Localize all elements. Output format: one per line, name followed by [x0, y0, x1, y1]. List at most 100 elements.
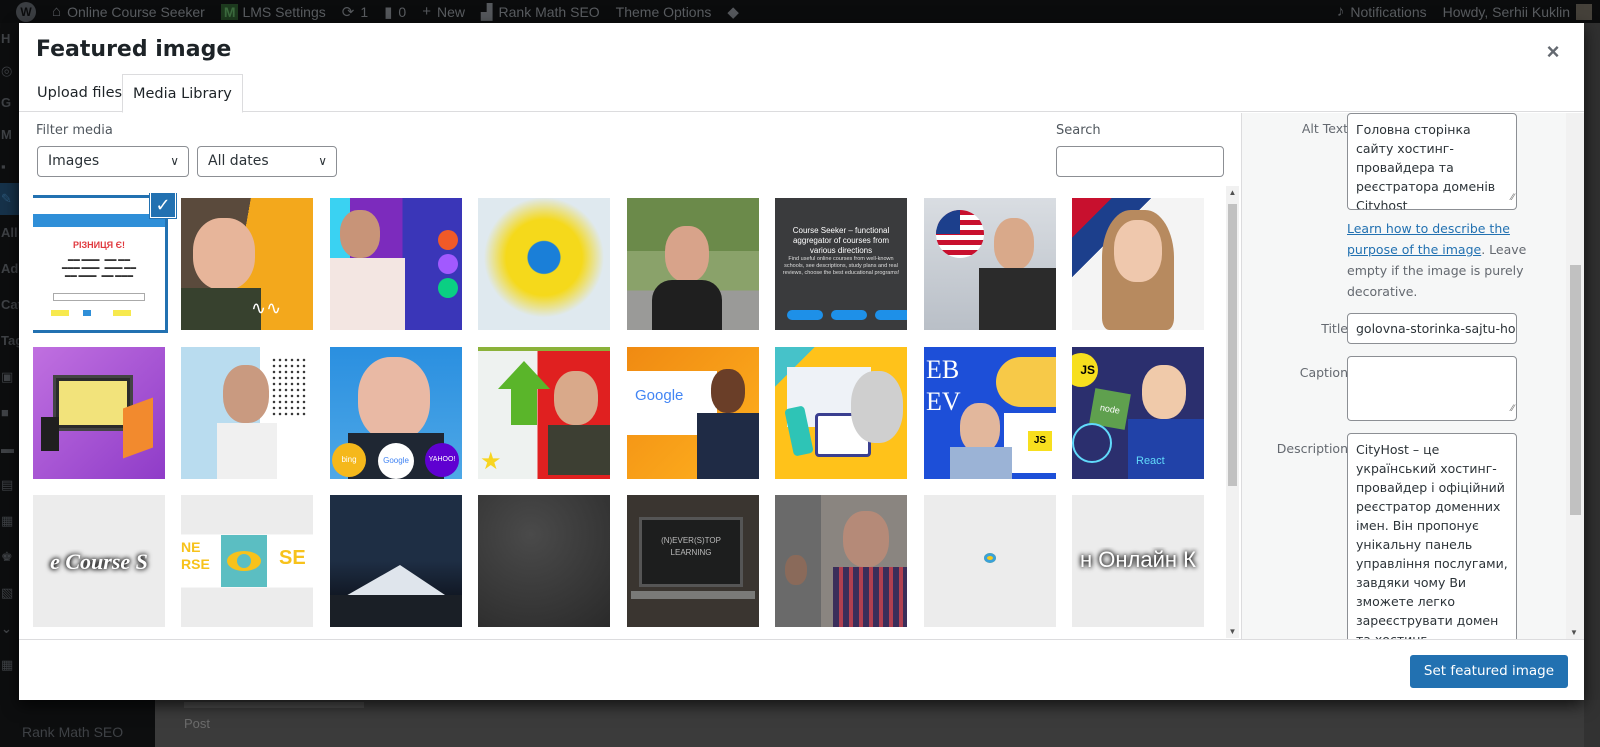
- lms-settings-link[interactable]: M LMS Settings: [213, 0, 334, 23]
- attachment-thumbnail[interactable]: bing Google YAHOO!: [330, 347, 462, 479]
- admin-menu-item: ▦: [1, 657, 14, 672]
- thumbnail-shape: [1072, 423, 1112, 463]
- attachment-thumbnail[interactable]: ★: [478, 347, 610, 479]
- attachment-thumbnail[interactable]: JS node React: [1072, 347, 1204, 479]
- diamond-menu[interactable]: ◆: [719, 0, 753, 23]
- attachment-thumbnail[interactable]: [330, 198, 462, 330]
- admin-menu-item: G: [1, 95, 12, 110]
- media-router-tabs: Upload files Media Library: [19, 74, 1584, 113]
- attachment-thumbnail[interactable]: Google: [627, 347, 759, 479]
- set-featured-image-button[interactable]: Set featured image: [1409, 655, 1568, 688]
- attachment-thumbnail[interactable]: [924, 198, 1056, 330]
- admin-menu-item: All: [1, 225, 18, 240]
- description-field[interactable]: CityHost – це український хостинг-провай…: [1347, 433, 1517, 639]
- title-label: Title: [1321, 321, 1348, 336]
- background-post-label: Post: [184, 716, 211, 731]
- caption-field[interactable]: ⁄⁄: [1347, 356, 1517, 421]
- attachment-thumbnail[interactable]: ∿∿: [181, 198, 313, 330]
- search-input[interactable]: [1056, 146, 1224, 177]
- resize-handle-icon[interactable]: ⁄⁄: [1511, 400, 1514, 419]
- thumbnail-image: Google: [627, 347, 759, 479]
- admin-menu-item: ▣: [1, 369, 14, 384]
- attachment-thumbnail[interactable]: РІЗНИЦЯ Є! ▬▬ ▬▬▬ ▬▬ ▬▬ ▬▬▬ ▬▬▬ ▬▬▬ ▬▬ ▬▬ ▬…: [33, 195, 168, 333]
- rank-math-label: Rank Math SEO: [498, 3, 600, 20]
- tab-media-library[interactable]: Media Library: [122, 74, 243, 113]
- attachment-thumbnail[interactable]: [181, 347, 313, 479]
- attachment-thumbnail[interactable]: EB EV JS: [924, 347, 1056, 479]
- updates-link[interactable]: ⟳ 1: [334, 0, 376, 23]
- thumbnail-image: н Онлайн К: [1072, 495, 1204, 627]
- theme-options-link[interactable]: Theme Options: [608, 0, 720, 23]
- attachment-thumbnail[interactable]: н Онлайн К: [1072, 495, 1204, 627]
- bell-icon: ♪: [1336, 3, 1345, 20]
- wordpress-logo-menu[interactable]: W: [0, 0, 44, 23]
- scroll-down-icon[interactable]: ▼: [1570, 628, 1578, 637]
- selected-check-button[interactable]: ✓: [150, 193, 176, 218]
- thumbnail-image: bing Google YAHOO!: [330, 347, 462, 479]
- thumb-google: Google: [378, 443, 414, 479]
- background-menu-item: Rank Math SEO: [22, 724, 124, 740]
- site-name-link[interactable]: ⌂ Online Course Seeker: [44, 0, 213, 23]
- notifications-label: Notifications: [1350, 3, 1427, 20]
- admin-menu-item: Tag: [1, 333, 19, 348]
- grid-scrollbar[interactable]: ▲ ▼: [1226, 186, 1239, 638]
- media-type-filter[interactable]: Images ∨: [37, 146, 189, 177]
- attachment-thumbnail[interactable]: [1072, 198, 1204, 330]
- resize-handle-icon[interactable]: ⁄⁄: [1511, 189, 1514, 208]
- attachment-thumbnail[interactable]: e Course S: [33, 495, 165, 627]
- wordpress-logo-icon: W: [16, 1, 36, 22]
- background-edge: [1584, 700, 1600, 747]
- thumbnail-shape: [193, 218, 255, 290]
- thumbnail-shape: [833, 567, 907, 627]
- scroll-up-icon[interactable]: ▲: [1228, 188, 1237, 197]
- thumbnail-shape: [1128, 419, 1204, 479]
- attachment-thumbnail[interactable]: NE RSE SE: [181, 495, 313, 627]
- attachment-thumbnail[interactable]: [33, 347, 165, 479]
- attachment-thumbnail[interactable]: (N)EVER(S)TOP LEARNING: [627, 495, 759, 627]
- tab-upload-files[interactable]: Upload files: [27, 74, 132, 112]
- close-button[interactable]: ×: [1538, 37, 1568, 67]
- grid-scrollbar-thumb[interactable]: [1228, 204, 1237, 486]
- thumb-subtext: Find useful online courses from well-kno…: [782, 256, 900, 276]
- attachment-thumbnail[interactable]: [924, 495, 1056, 627]
- thumbnail-shape: [875, 310, 907, 320]
- thumbnail-image: [775, 347, 907, 479]
- thumbnail-shape: [554, 371, 598, 425]
- sidebar-scrollbar[interactable]: ▼: [1566, 113, 1584, 639]
- attachment-thumbnail[interactable]: [478, 495, 610, 627]
- howdy-label: Howdy, Serhii Kuklin: [1442, 3, 1570, 20]
- background-overlay-edge: [1584, 23, 1600, 747]
- comments-link[interactable]: ▮ 0: [376, 0, 414, 23]
- date-filter[interactable]: All dates ∨: [197, 146, 337, 177]
- thumbnail-shape: [843, 511, 889, 567]
- diamond-icon: ◆: [727, 3, 739, 21]
- attachment-thumbnail[interactable]: Course Seeker – functional aggregator of…: [775, 198, 907, 330]
- attachment-thumbnail[interactable]: [627, 198, 759, 330]
- attachment-thumbnail[interactable]: [478, 198, 610, 330]
- thumbnail-shape: [330, 595, 462, 627]
- thumb-js: JS: [1028, 431, 1052, 451]
- account-menu[interactable]: Howdy, Serhii Kuklin: [1435, 0, 1600, 23]
- thumbnail-shape: [223, 365, 269, 423]
- chevron-down-icon: ∨: [170, 154, 179, 168]
- rank-math-link[interactable]: ▟ Rank Math SEO: [473, 0, 608, 23]
- admin-menu-item: ✎: [0, 183, 19, 215]
- admin-menu-item: H: [1, 31, 11, 46]
- attachment-thumbnail[interactable]: [775, 347, 907, 479]
- notifications-link[interactable]: ♪ Notifications: [1329, 0, 1435, 23]
- background-sidebar: Rank Math SEO: [0, 700, 155, 747]
- admin-menu-item: ▤: [1, 477, 14, 492]
- scroll-down-icon[interactable]: ▼: [1228, 627, 1237, 636]
- new-content-link[interactable]: + New: [414, 0, 473, 23]
- thumbnail-shape: [438, 230, 458, 250]
- alt-text-field[interactable]: Головна сторінка сайту хостинг-провайдер…: [1347, 113, 1517, 210]
- title-field[interactable]: golovna-storinka-sajtu-hostyng: [1347, 313, 1517, 344]
- modal-title: Featured image: [36, 37, 232, 62]
- sidebar-scrollbar-thumb[interactable]: [1570, 265, 1581, 515]
- attachment-thumbnail[interactable]: [330, 495, 462, 627]
- attachment-thumbnail[interactable]: [775, 495, 907, 627]
- thumbnail-shape: [548, 425, 610, 475]
- plus-icon: +: [422, 3, 431, 20]
- alt-text-value: Головна сторінка сайту хостинг-провайдер…: [1356, 122, 1496, 210]
- thumb-eye-left: NE RSE: [181, 539, 210, 572]
